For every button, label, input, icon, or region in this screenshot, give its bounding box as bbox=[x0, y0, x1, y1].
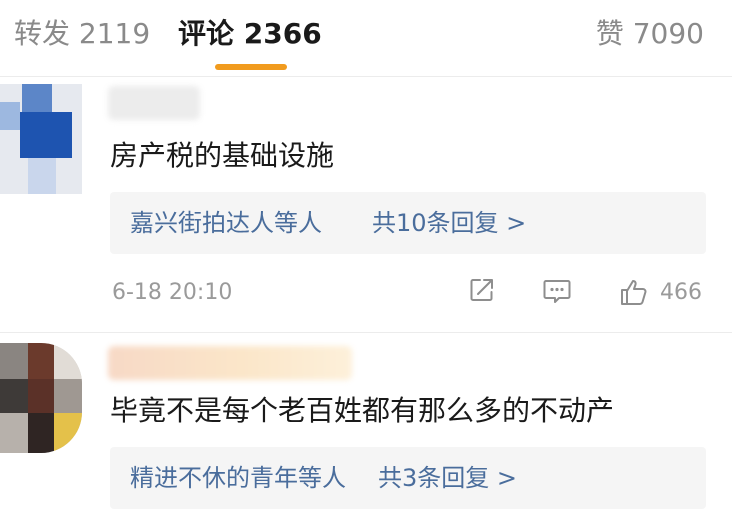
username-blurred[interactable] bbox=[108, 346, 352, 380]
reply-count[interactable]: 共3条回复 > bbox=[378, 459, 517, 497]
reply-names[interactable]: 嘉兴街拍达人等人 bbox=[130, 204, 322, 242]
replies-summary[interactable]: 嘉兴街拍达人等人 共10条回复 > bbox=[110, 192, 706, 254]
comment-text: 毕竟不是每个老百姓都有那么多的不动产 bbox=[110, 394, 615, 427]
comment-text: 房产税的基础设施 bbox=[110, 139, 335, 172]
avatar[interactable] bbox=[0, 84, 82, 194]
tab-likes[interactable]: 赞 7090 bbox=[596, 14, 704, 54]
comment-item: 毕竟不是每个老百姓都有那么多的不动产 精进不休的青年等人 共3条回复 > bbox=[0, 333, 732, 518]
replies-summary[interactable]: 精进不休的青年等人 共3条回复 > bbox=[110, 447, 706, 509]
like-count: 466 bbox=[660, 280, 702, 305]
thumbs-up-icon[interactable] bbox=[618, 276, 650, 308]
tab-bar: 转发 2119 评论 2366 赞 7090 bbox=[0, 0, 732, 77]
comment-icon[interactable] bbox=[542, 276, 572, 306]
avatar[interactable] bbox=[0, 343, 82, 453]
timestamp: 6-18 20:10 bbox=[112, 280, 233, 305]
active-tab-indicator bbox=[215, 64, 287, 70]
reply-count[interactable]: 共10条回复 > bbox=[372, 204, 526, 242]
tab-reposts[interactable]: 转发 2119 bbox=[14, 14, 150, 54]
comment-item: 房产税的基础设施 嘉兴街拍达人等人 共10条回复 > 6-18 20:10 46… bbox=[0, 76, 732, 333]
comment-meta: 6-18 20:10 466 bbox=[0, 274, 732, 314]
username-blurred[interactable] bbox=[108, 86, 200, 120]
share-icon[interactable] bbox=[468, 276, 496, 304]
tab-comments[interactable]: 评论 2366 bbox=[178, 14, 322, 54]
reply-names[interactable]: 精进不休的青年等人 bbox=[130, 459, 346, 497]
